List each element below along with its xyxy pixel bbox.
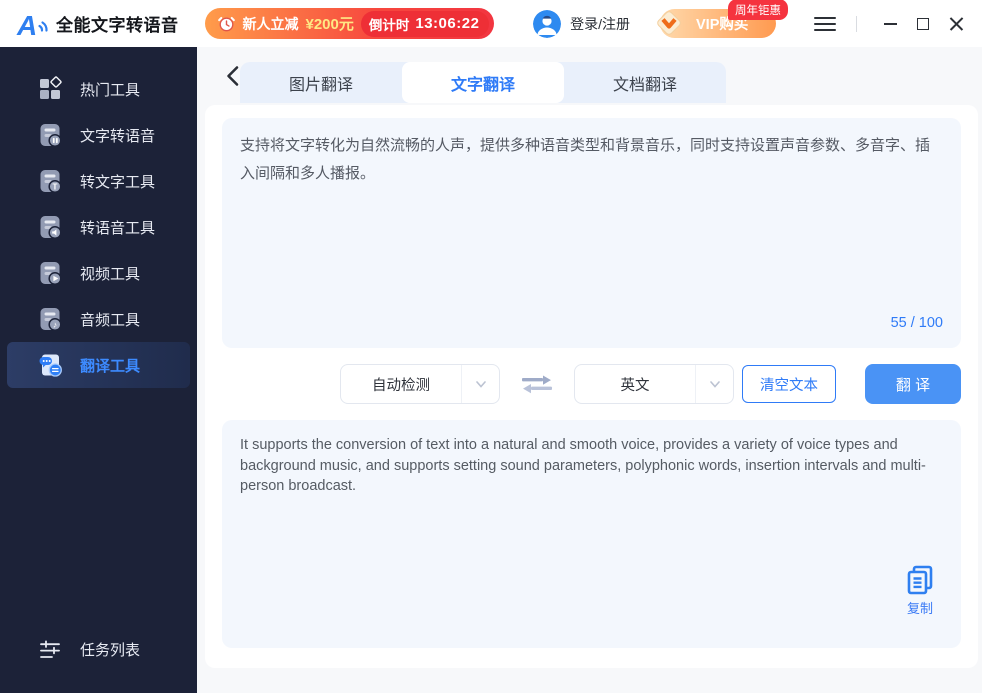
copy-label: 复制: [906, 600, 933, 616]
result-text: It supports the conversion of text into …: [240, 437, 926, 495]
v-diamond-icon: [657, 11, 681, 35]
vip-purchase-button[interactable]: VIP购买 周年钜惠: [657, 0, 788, 38]
login-register-link[interactable]: 登录/注册: [570, 14, 630, 34]
countdown-label: 倒计时: [368, 17, 410, 33]
tab-image-translate[interactable]: 图片翻译: [240, 62, 402, 103]
close-button[interactable]: [942, 10, 970, 38]
titlebar-right: 登录/注册 VIP购买 周年钜惠: [533, 0, 970, 39]
sidebar-item-label: 转语音工具: [80, 219, 156, 237]
copy-icon: [907, 565, 933, 594]
sidebar-item-audio-tools[interactable]: ♪ 音频工具: [0, 296, 197, 342]
promo-text: 新人立减: [242, 15, 299, 32]
sidebar-item-label: 视频工具: [80, 265, 141, 283]
sidebar-item-video-tools[interactable]: 视频工具: [0, 250, 197, 296]
sidebar-item-to-speech-tools[interactable]: 转语音工具: [0, 204, 197, 250]
sidebar-item-text-to-speech[interactable]: 文字转语音: [0, 112, 197, 158]
target-language-value: 英文: [620, 377, 650, 394]
user-avatar-icon[interactable]: [533, 9, 562, 38]
task-list-icon: [40, 640, 60, 658]
dropdown-caret-icon: [461, 365, 499, 403]
swap-languages-icon[interactable]: [519, 373, 555, 395]
to-speech-tools-icon: [40, 216, 62, 240]
translate-tabbar: 图片翻译 文字翻译 文档翻译: [240, 62, 726, 103]
source-language-dropdown[interactable]: 自动检测: [340, 364, 500, 404]
result-text-area: It supports the conversion of text into …: [222, 420, 961, 648]
target-language-dropdown[interactable]: 英文: [574, 364, 734, 404]
minimize-button[interactable]: [876, 10, 904, 38]
main-header: 图片翻译 文字翻译 文档翻译: [205, 47, 978, 105]
tab-text-translate[interactable]: 文字翻译: [402, 62, 564, 103]
audio-tools-icon: ♪: [40, 308, 62, 332]
copy-result-button[interactable]: 复制: [903, 563, 937, 618]
countdown-time: 13:06:22: [415, 15, 480, 32]
sidebar-item-label: 热门工具: [80, 81, 141, 99]
dropdown-caret-icon: [695, 365, 733, 403]
main-area: 图片翻译 文字翻译 文档翻译 支持将文字转化为自然流畅的人声，提供多种语音类型和…: [197, 47, 982, 693]
sidebar-item-label: 任务列表: [80, 641, 141, 659]
translate-button[interactable]: 翻 译: [865, 364, 961, 404]
tab-document-translate[interactable]: 文档翻译: [564, 62, 726, 103]
app-title: 全能文字转语音: [56, 16, 179, 35]
source-text-area[interactable]: 支持将文字转化为自然流畅的人声，提供多种语音类型和背景音乐，同时支持设置声音参数…: [222, 118, 961, 348]
title-bar: A 全能文字转语音 新人立减 ¥200元 倒计时 13:06:22 登录/注册: [0, 0, 982, 47]
sidebar-item-translate-tools[interactable]: 翻译工具: [7, 342, 190, 388]
promo-countdown: 倒计时 13:06:22: [360, 10, 490, 37]
text-to-speech-icon: [40, 124, 62, 148]
source-text: 支持将文字转化为自然流畅的人声，提供多种语音类型和背景音乐，同时支持设置声音参数…: [240, 137, 931, 182]
char-counter: 55 / 100: [890, 315, 943, 332]
video-tools-icon: [40, 262, 62, 286]
sidebar-item-label: 转文字工具: [80, 173, 156, 191]
logo-icon: A: [16, 10, 48, 40]
sidebar-item-label: 文字转语音: [80, 127, 156, 145]
sidebar-item-to-text-tools[interactable]: T 转文字工具: [0, 158, 197, 204]
clear-text-button[interactable]: 清空文本: [742, 365, 836, 403]
sidebar-item-task-list[interactable]: 任务列表: [0, 626, 197, 672]
hot-tools-icon: [40, 76, 62, 99]
sidebar: 热门工具 文字转语音 T 转文字工具 转语音工具 视频工具 ♪ 音频工具 翻译工…: [0, 47, 197, 693]
hamburger-menu-icon[interactable]: [810, 9, 840, 39]
alarm-clock-icon: [217, 16, 235, 32]
app-logo: A 全能文字转语音: [16, 8, 179, 40]
anniversary-sale-badge: 周年钜惠: [728, 0, 788, 20]
svg-text:T: T: [53, 182, 58, 191]
source-language-value: 自动检测: [372, 377, 430, 394]
titlebar-divider: [856, 15, 857, 32]
translate-tools-icon: [39, 354, 62, 377]
svg-text:♪: ♪: [53, 320, 57, 330]
to-text-tools-icon: T: [40, 170, 62, 194]
maximize-button[interactable]: [909, 10, 937, 38]
sidebar-item-label: 音频工具: [80, 311, 141, 329]
translate-toolbar: 自动检测 英文 清空文本 翻 译: [222, 348, 961, 420]
sidebar-item-hot-tools[interactable]: 热门工具: [0, 66, 197, 112]
svg-text:A: A: [16, 10, 37, 40]
translate-card: 支持将文字转化为自然流畅的人声，提供多种语音类型和背景音乐，同时支持设置声音参数…: [205, 105, 978, 668]
promo-amount: ¥200元: [305, 16, 354, 33]
sidebar-item-label: 翻译工具: [80, 357, 141, 375]
promo-banner[interactable]: 新人立减 ¥200元 倒计时 13:06:22: [204, 8, 495, 39]
